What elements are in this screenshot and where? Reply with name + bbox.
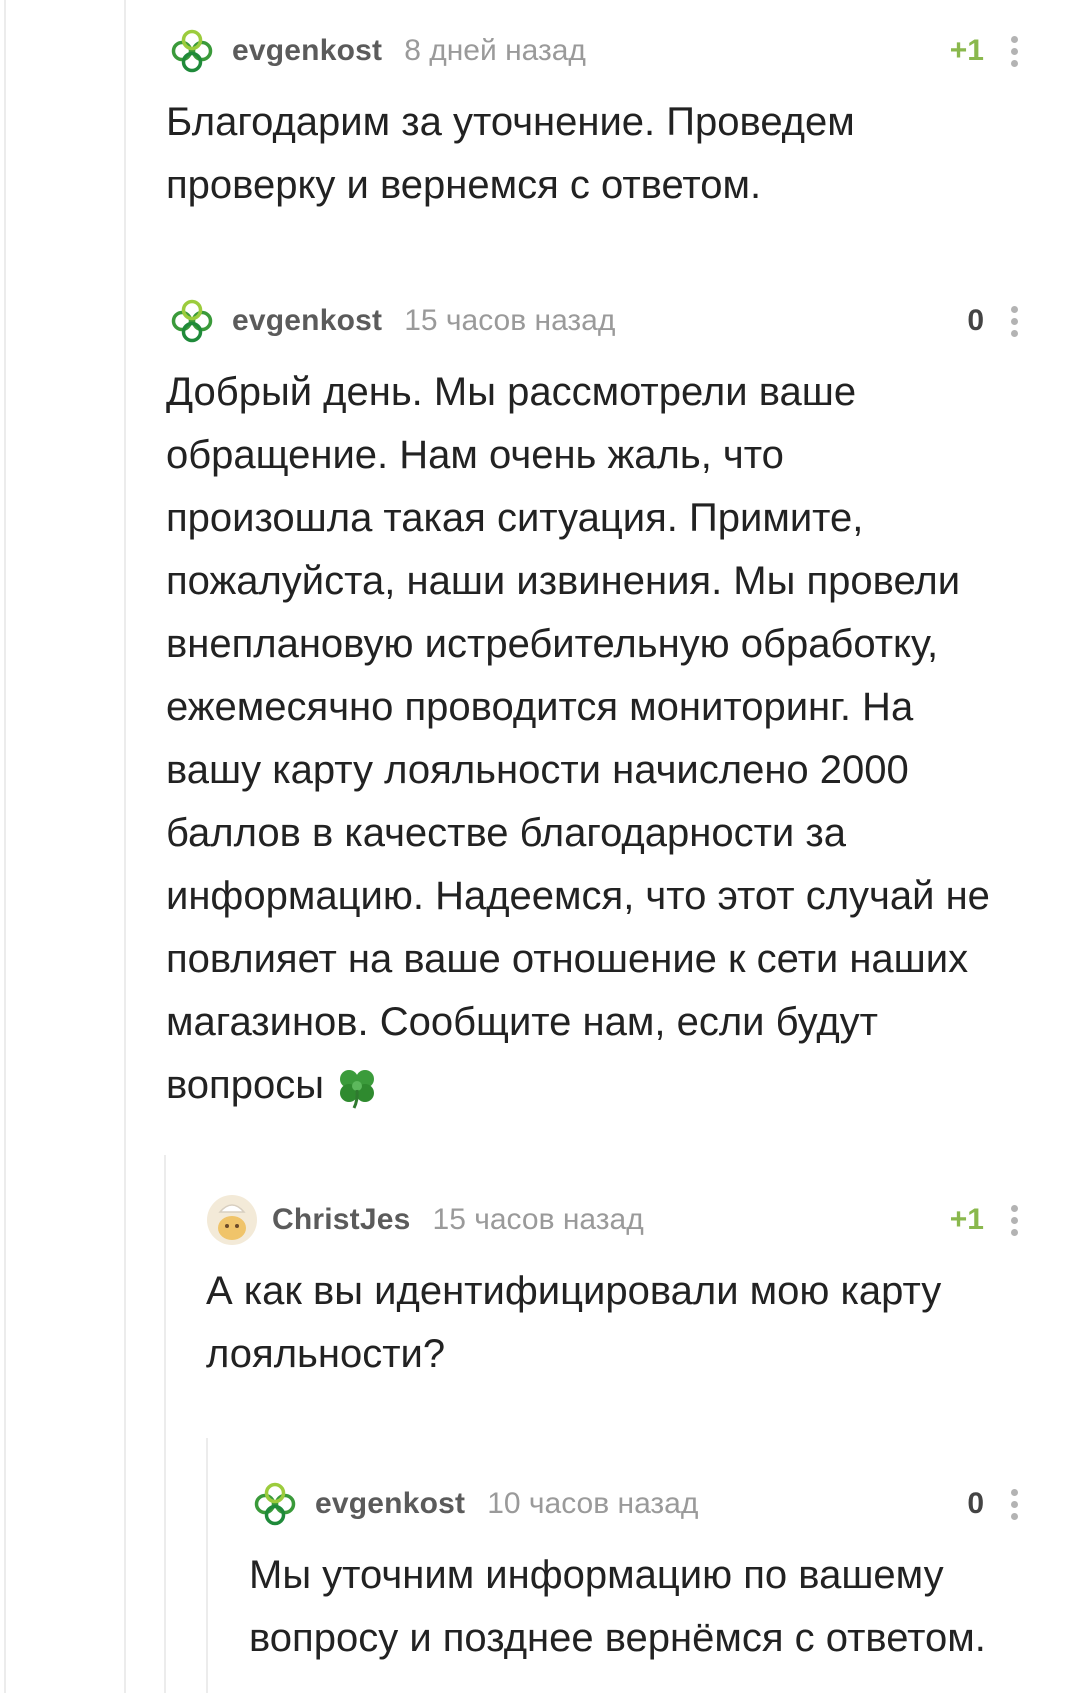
timestamp[interactable]: 8 дней назад: [404, 34, 586, 68]
thread-line-level-3[interactable]: [206, 1438, 208, 1693]
thread-line-level-2[interactable]: [164, 1155, 166, 1693]
comment: evgenkost 15 часов назад 0 Добрый день. …: [166, 291, 1034, 1117]
username[interactable]: evgenkost: [232, 304, 382, 338]
clover-logo-icon[interactable]: [166, 295, 218, 347]
comment-text-body: Добрый день. Мы рассмотрели ваше обращен…: [166, 370, 990, 1107]
comment-reply: ChristJes 15 часов назад +1 А как вы иде…: [206, 1190, 1034, 1386]
comment-text: А как вы идентифицировали мою карту лоял…: [206, 1269, 942, 1376]
rating-value: 0: [967, 1487, 984, 1520]
timestamp[interactable]: 15 часов назад: [433, 1203, 644, 1237]
more-options-icon[interactable]: [1002, 31, 1026, 71]
comment-header: evgenkost 10 часов назад 0: [249, 1474, 1034, 1534]
username[interactable]: evgenkost: [232, 34, 382, 68]
thread-line-level-1[interactable]: [124, 0, 126, 1693]
timestamp[interactable]: 10 часов назад: [487, 1487, 698, 1521]
timestamp[interactable]: 15 часов назад: [404, 304, 615, 338]
clover-logo-icon[interactable]: [166, 25, 218, 77]
four-leaf-clover-emoji: [334, 1064, 380, 1110]
clover-logo-icon[interactable]: [249, 1478, 301, 1530]
comment-reply: evgenkost 10 часов назад 0 Мы уточним ин…: [249, 1474, 1034, 1670]
rating-value: 0: [967, 304, 984, 337]
comment-text: Добрый день. Мы рассмотрели ваше обращен…: [166, 361, 1034, 1117]
thread-line-root[interactable]: [4, 0, 6, 1693]
user-avatar-icon[interactable]: [206, 1194, 258, 1246]
comment-header: ChristJes 15 часов назад +1: [206, 1190, 1034, 1250]
more-options-icon[interactable]: [1002, 1200, 1026, 1240]
more-options-icon[interactable]: [1002, 1484, 1026, 1524]
username[interactable]: ChristJes: [272, 1203, 411, 1237]
rating-value: +1: [949, 1203, 984, 1236]
more-options-icon[interactable]: [1002, 301, 1026, 341]
comment-header: evgenkost 15 часов назад 0: [166, 291, 1034, 351]
comment-text: Мы уточним информацию по вашему вопросу …: [249, 1553, 986, 1660]
comment: evgenkost 8 дней назад +1 Благодарим за …: [166, 21, 1034, 217]
comment-header: evgenkost 8 дней назад +1: [166, 21, 1034, 81]
username[interactable]: evgenkost: [315, 1487, 465, 1521]
comment-text: Благодарим за уточнение. Проведем провер…: [166, 100, 855, 207]
rating-value: +1: [949, 34, 984, 67]
